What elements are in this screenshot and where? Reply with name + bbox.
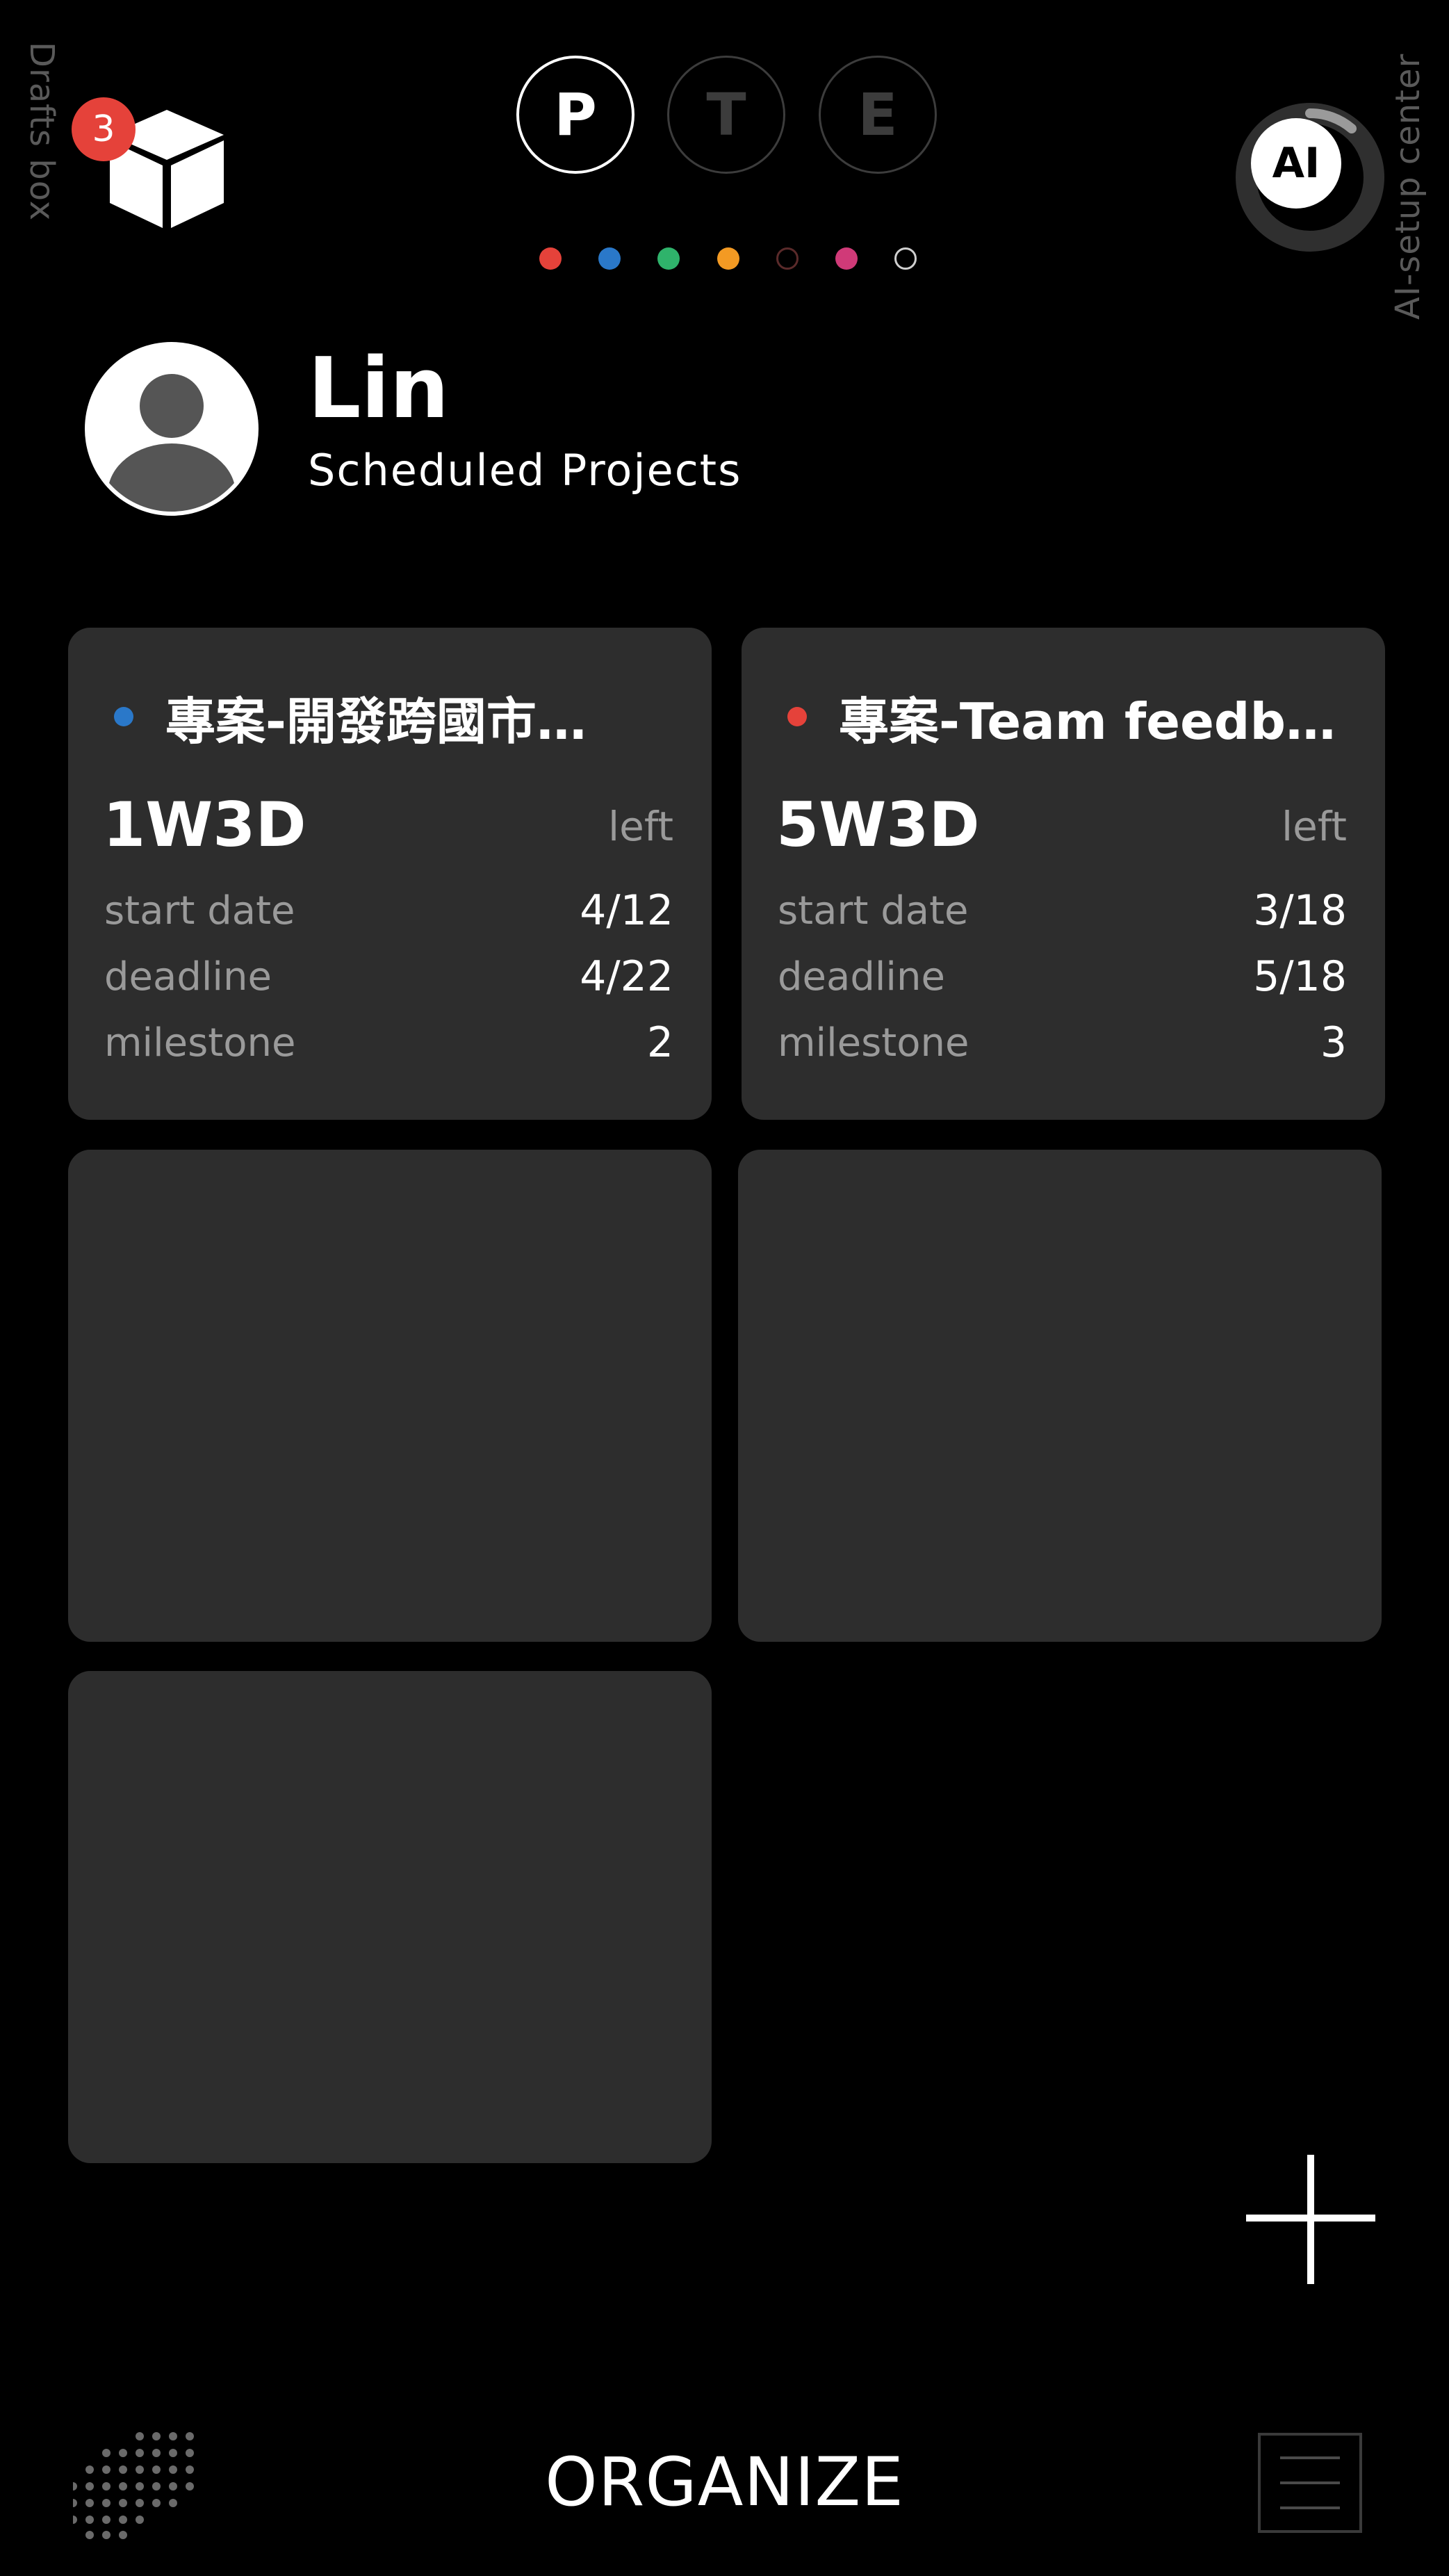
- plus-icon: [1307, 2155, 1314, 2284]
- project-color-dot: [114, 707, 133, 726]
- start-date-label: start date: [778, 888, 969, 934]
- color-filter-green[interactable]: [657, 247, 680, 270]
- color-filter-red[interactable]: [539, 247, 562, 270]
- menu-icon: [1280, 2506, 1340, 2509]
- deadline-value: 4/22: [580, 952, 673, 1001]
- ai-button[interactable]: AI: [1251, 118, 1341, 209]
- color-filter-blue[interactable]: [598, 247, 621, 270]
- project-card-2[interactable]: 專案-Team feedb… 5W3D left start date 3/18…: [742, 628, 1385, 1120]
- color-filter-orange[interactable]: [717, 247, 739, 270]
- tab-t[interactable]: T: [667, 56, 785, 174]
- empty-project-slot[interactable]: [738, 1150, 1382, 1642]
- deadline-label: deadline: [104, 954, 272, 1000]
- deadline-label: deadline: [778, 954, 945, 1000]
- color-filter-white[interactable]: [894, 247, 917, 270]
- milestone-value: 3: [1320, 1018, 1347, 1067]
- start-date-value: 4/12: [580, 886, 673, 935]
- color-filter-pink[interactable]: [835, 247, 858, 270]
- ai-setup-label: AI-setup center: [1389, 53, 1427, 320]
- color-filter-dark[interactable]: [776, 247, 799, 270]
- project-title: 專案-開發跨國市…: [165, 692, 587, 751]
- time-left-label: left: [1282, 803, 1347, 850]
- milestone-label: milestone: [778, 1020, 969, 1066]
- tab-e[interactable]: E: [819, 56, 937, 174]
- add-project-button[interactable]: [1237, 2148, 1383, 2294]
- time-left-value: 5W3D: [776, 789, 980, 861]
- start-date-label: start date: [104, 888, 295, 934]
- project-color-dot: [787, 707, 807, 726]
- start-date-value: 3/18: [1253, 886, 1347, 935]
- project-title: 專案-Team feedb…: [839, 692, 1336, 751]
- empty-project-slot[interactable]: [68, 1150, 712, 1642]
- milestone-label: milestone: [104, 1020, 296, 1066]
- drafts-box-label: Drafts box: [22, 42, 61, 222]
- project-card-1[interactable]: 專案-開發跨國市… 1W3D left start date 4/12 dead…: [68, 628, 712, 1120]
- empty-project-slot[interactable]: [68, 1671, 712, 2163]
- milestone-value: 2: [646, 1018, 673, 1067]
- time-left-label: left: [608, 803, 673, 850]
- menu-button[interactable]: [1258, 2433, 1362, 2533]
- organize-title: ORGANIZE: [545, 2443, 904, 2521]
- page-subtitle: Scheduled Projects: [308, 445, 742, 496]
- menu-icon: [1280, 2456, 1340, 2459]
- menu-icon: [1280, 2481, 1340, 2484]
- user-name: Lin: [308, 341, 450, 437]
- time-left-value: 1W3D: [103, 789, 306, 861]
- deadline-value: 5/18: [1253, 952, 1347, 1001]
- tab-p[interactable]: P: [516, 56, 635, 174]
- drafts-count-badge: 3: [72, 97, 136, 161]
- avatar[interactable]: [82, 339, 261, 519]
